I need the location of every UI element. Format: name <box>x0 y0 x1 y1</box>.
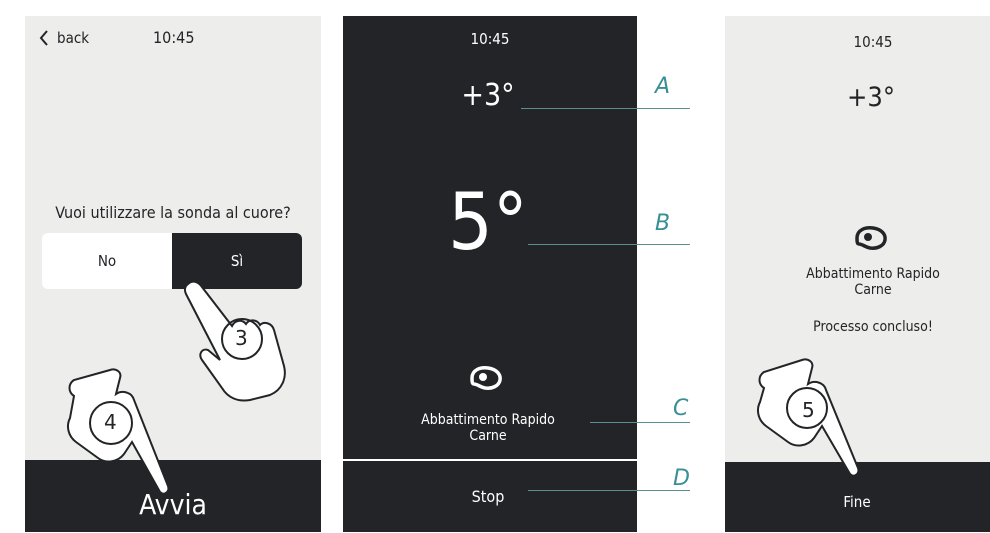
callout-line-d <box>528 490 690 491</box>
step-5-badge: 5 <box>802 398 815 422</box>
option-no-label: No <box>97 252 117 270</box>
program-name-line1: Abbattimento Rapido <box>806 266 940 282</box>
probe-question: Vuoi utilizzare la sonda al cuore? <box>55 203 291 222</box>
status-message: Processo concluso! <box>813 319 933 335</box>
set-temperature: +3° <box>847 82 895 113</box>
program-name-line2: Carne <box>469 428 507 444</box>
step-4-badge: 4 <box>104 410 117 434</box>
end-label: Fine <box>843 493 871 511</box>
chevron-left-icon <box>39 30 48 46</box>
program-name: Abbattimento Rapido Carne <box>343 412 633 444</box>
hand-pointer-icon <box>67 368 170 495</box>
callout-d: D <box>673 466 690 491</box>
back-button[interactable]: back <box>39 28 89 48</box>
option-yes-label: Sì <box>230 252 244 270</box>
stop-button[interactable]: Stop <box>343 461 637 532</box>
program-name: Abbattimento Rapido Carne <box>725 266 990 298</box>
option-no-button[interactable]: No <box>42 233 172 289</box>
clock: 10:45 <box>853 33 893 51</box>
clock: 10:45 <box>470 30 510 48</box>
meat-icon <box>855 226 887 250</box>
meat-icon <box>470 366 502 390</box>
back-label: back <box>57 29 90 47</box>
program-name-line2: Carne <box>854 282 892 298</box>
callout-line-a <box>521 108 690 109</box>
stop-label: Stop <box>471 487 505 506</box>
callout-a: A <box>655 74 671 99</box>
program-name-line1: Abbattimento Rapido <box>421 412 555 428</box>
callout-line-b <box>528 244 690 245</box>
screen-running-cycle: 10:45 +3° 5° Abbattimento Rapido Carne S… <box>343 16 637 532</box>
callout-b: B <box>655 211 671 236</box>
probe-temperature: 5° <box>448 178 528 268</box>
callout-c: C <box>673 396 689 421</box>
clock: 10:45 <box>153 28 195 47</box>
step-3-badge: 3 <box>235 326 248 350</box>
callout-line-c <box>590 422 690 423</box>
